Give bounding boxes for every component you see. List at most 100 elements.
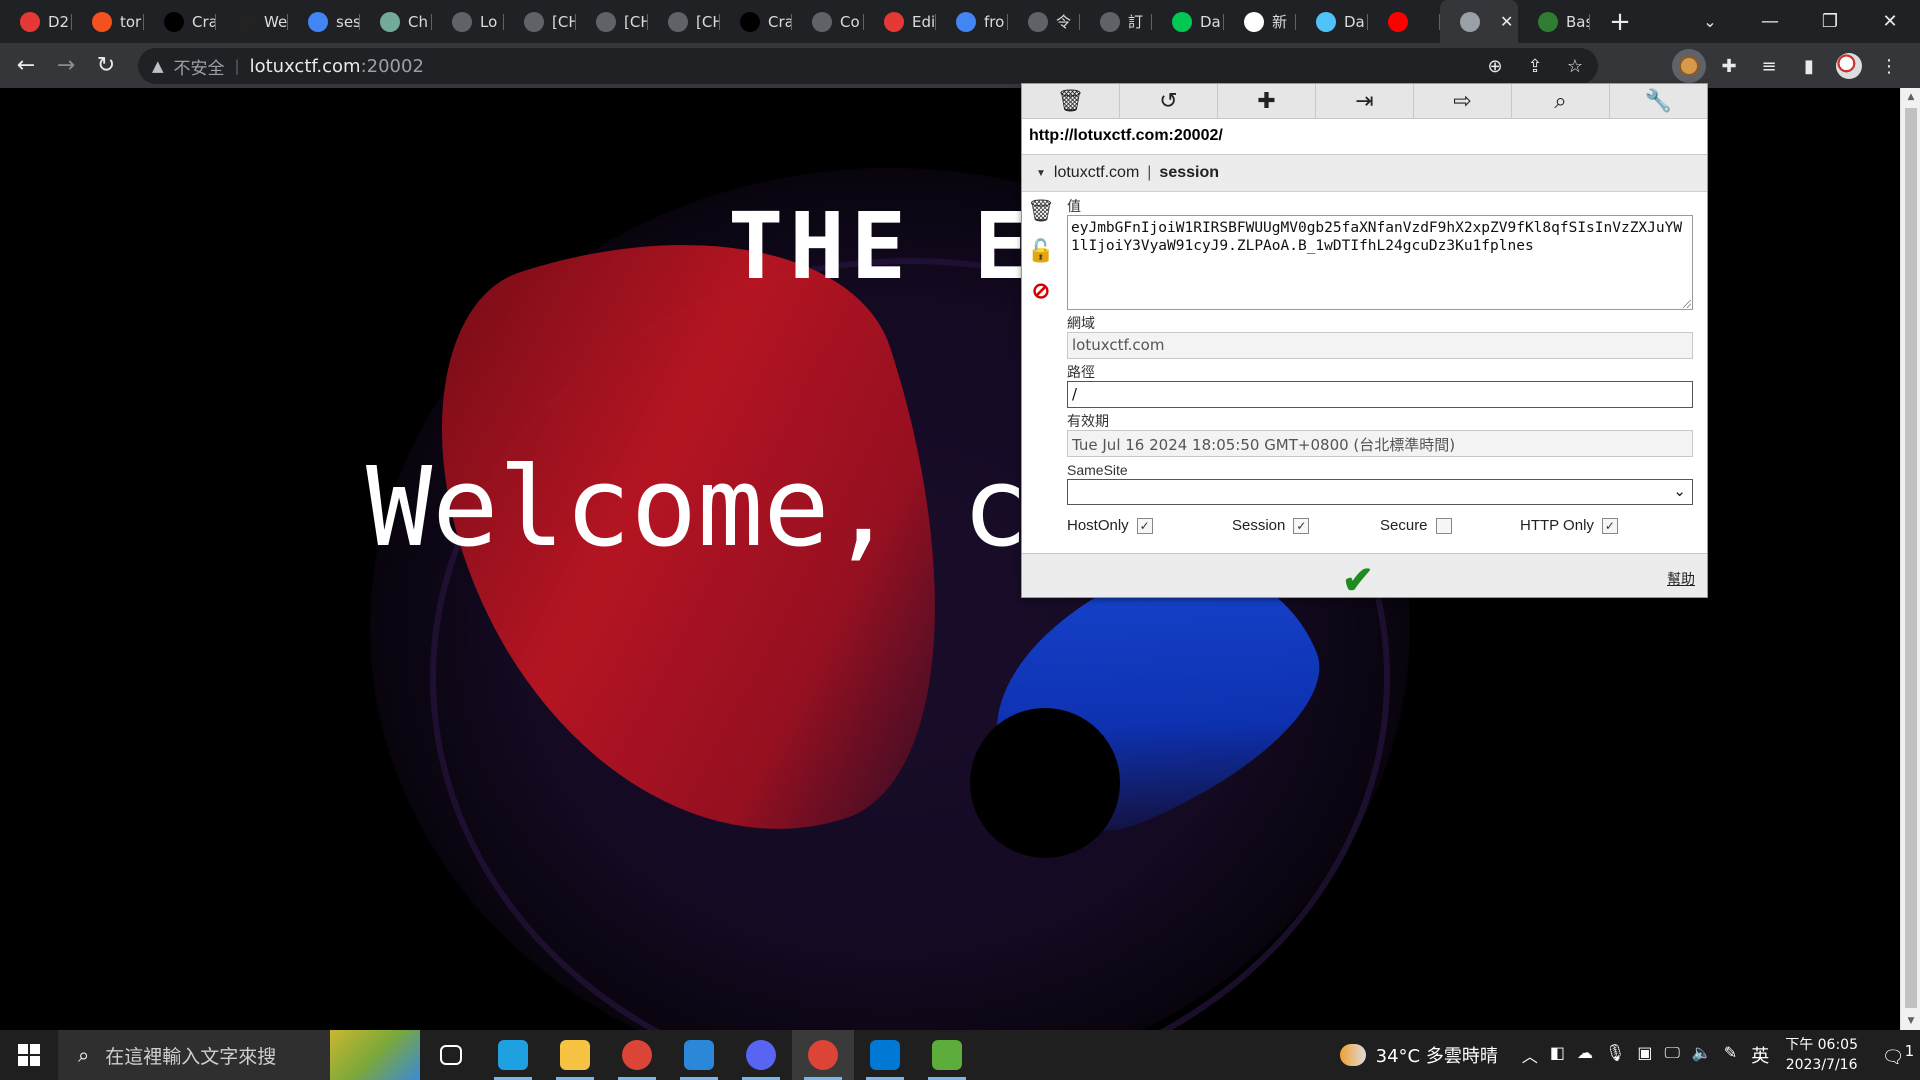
value-textarea[interactable]: eyJmbGFnIjoiW1RIRSBFWUUgMV0gb25faXNfanVz…: [1067, 215, 1693, 310]
path-field[interactable]: /: [1067, 381, 1693, 408]
save-checkmark-icon[interactable]: ✔: [1342, 558, 1374, 603]
samesite-select[interactable]: ⌄: [1067, 479, 1693, 505]
tab-close-icon[interactable]: ✕: [1500, 12, 1513, 31]
browser-tab[interactable]: Bas: [1518, 0, 1590, 43]
chrome-taskbar-icon[interactable]: [606, 1030, 668, 1080]
back-icon[interactable]: ←: [6, 46, 46, 86]
reset-icon[interactable]: ↺: [1120, 84, 1218, 118]
browser-tab[interactable]: fro: [936, 0, 1008, 43]
add-cookie-icon[interactable]: ✚: [1218, 84, 1316, 118]
cookie-extension-icon[interactable]: [1672, 49, 1706, 83]
browser-tab[interactable]: [CH: [576, 0, 648, 43]
session-option[interactable]: Session ✓: [1232, 517, 1380, 534]
profile-avatar[interactable]: [1832, 49, 1866, 83]
chevron-up-icon[interactable]: ︿: [1522, 1043, 1538, 1067]
scroll-thumb[interactable]: [1905, 108, 1917, 1008]
media-queue-icon[interactable]: ≡: [1752, 49, 1786, 83]
ime-indicator[interactable]: 英: [1751, 1042, 1769, 1068]
display-icon[interactable]: ▣: [1637, 1043, 1652, 1067]
httponly-option[interactable]: HTTP Only ✓: [1520, 517, 1618, 534]
browser-tab[interactable]: Da: [1296, 0, 1368, 43]
browser-tab[interactable]: Cra: [720, 0, 792, 43]
reload-icon[interactable]: ↻: [86, 46, 126, 86]
import-icon[interactable]: ⇥: [1316, 84, 1414, 118]
scroll-up-icon[interactable]: ▲: [1901, 88, 1920, 106]
taskbar-clock[interactable]: 下午 06:05 2023/7/16: [1785, 1035, 1858, 1075]
hostonly-option[interactable]: HostOnly ✓: [1067, 517, 1232, 534]
collapse-triangle-icon[interactable]: ▼: [1036, 168, 1046, 179]
export-icon[interactable]: ⇨: [1414, 84, 1512, 118]
browser-tab[interactable]: 訂: [1080, 0, 1152, 43]
vscode-taskbar-icon[interactable]: [854, 1030, 916, 1080]
session-checkbox[interactable]: ✓: [1293, 517, 1310, 534]
browser-tab[interactable]: Da: [1152, 0, 1224, 43]
browser-tab[interactable]: Co: [792, 0, 864, 43]
minecraft-taskbar-icon[interactable]: [916, 1030, 978, 1080]
forward-icon[interactable]: →: [46, 46, 86, 86]
puzzle-extensions-icon[interactable]: ✚: [1712, 49, 1746, 83]
close-window-icon[interactable]: ✕: [1860, 0, 1920, 43]
insecure-label[interactable]: 不安全: [174, 54, 225, 79]
translate-icon: [812, 11, 832, 32]
taskbar-search[interactable]: ⌕ 在這裡輸入文字來搜: [58, 1030, 420, 1080]
new-tab-icon[interactable]: +: [1604, 7, 1636, 37]
file-explorer-taskbar-icon[interactable]: [544, 1030, 606, 1080]
expires-field[interactable]: Tue Jul 16 2024 18:05:50 GMT+0800 (台北標準時…: [1067, 430, 1693, 457]
side-panel-icon[interactable]: ▮: [1792, 49, 1826, 83]
block-icon[interactable]: ⊘: [1027, 278, 1055, 306]
zoom-icon[interactable]: ⊕: [1482, 56, 1508, 77]
warning-icon[interactable]: ▲: [152, 57, 164, 75]
browser-tab[interactable]: Ch: [360, 0, 432, 43]
bookmark-star-icon[interactable]: ☆: [1562, 56, 1588, 77]
edge-taskbar-icon[interactable]: [482, 1030, 544, 1080]
share-icon[interactable]: ⇪: [1522, 56, 1548, 77]
browser-tab[interactable]: Edi: [864, 0, 936, 43]
hostonly-checkbox[interactable]: ✓: [1136, 517, 1153, 534]
secure-option[interactable]: Secure: [1380, 517, 1520, 534]
unlock-icon[interactable]: 🔓: [1027, 238, 1055, 266]
browser-tab[interactable]: [CH: [504, 0, 576, 43]
volume-icon[interactable]: 🔈: [1692, 1043, 1712, 1067]
network-icon[interactable]: 🖵: [1664, 1043, 1679, 1067]
microphone-icon[interactable]: 🎙: [1605, 1043, 1625, 1067]
delete-cookie-icon[interactable]: 🗑: [1027, 198, 1055, 226]
browser-tab[interactable]: ✕: [1440, 0, 1518, 43]
browser-tab[interactable]: 新: [1224, 0, 1296, 43]
menu-kebab-icon[interactable]: ⋮: [1872, 49, 1906, 83]
scroll-down-icon[interactable]: ▼: [1901, 1012, 1920, 1030]
search-icon[interactable]: ⌕: [1512, 84, 1610, 118]
browser-tab[interactable]: ses: [288, 0, 360, 43]
onedrive-icon[interactable]: ☁: [1577, 1043, 1593, 1067]
notification-icon[interactable]: 🗨1: [1876, 1042, 1920, 1068]
search-highlight-image[interactable]: [330, 1030, 420, 1080]
httponly-checkbox[interactable]: ✓: [1601, 517, 1618, 534]
restore-icon[interactable]: ❐: [1800, 0, 1860, 43]
delete-all-icon[interactable]: 🗑: [1022, 84, 1120, 118]
browser-tab[interactable]: 令: [1008, 0, 1080, 43]
browser-tab[interactable]: Cra: [144, 0, 216, 43]
mail-taskbar-icon[interactable]: [668, 1030, 730, 1080]
meet-icon[interactable]: ◧: [1550, 1043, 1565, 1067]
tab-search-chevron-icon[interactable]: ⌄: [1690, 0, 1730, 43]
browser-tab[interactable]: We: [216, 0, 288, 43]
minimize-icon[interactable]: —: [1740, 0, 1800, 43]
discord-taskbar-icon[interactable]: [730, 1030, 792, 1080]
address-bar[interactable]: ▲ 不安全 | lotuxctf.com:20002 ⊕ ⇪ ☆: [138, 48, 1598, 84]
settings-wrench-icon[interactable]: 🔧: [1610, 84, 1707, 118]
browser-tab[interactable]: tor: [72, 0, 144, 43]
browser-tab[interactable]: [1368, 0, 1440, 43]
help-link[interactable]: 幫助: [1667, 569, 1695, 589]
page-scrollbar[interactable]: ▲ ▼: [1900, 88, 1920, 1030]
domain-field[interactable]: lotuxctf.com: [1067, 332, 1693, 359]
browser-tab[interactable]: Lo: [432, 0, 504, 43]
search-magnifier-icon: ⌕: [78, 1043, 90, 1067]
browser-tab[interactable]: [CH: [648, 0, 720, 43]
cookie-header[interactable]: ▼ lotuxctf.com | session: [1022, 155, 1707, 192]
secure-checkbox[interactable]: [1435, 517, 1452, 534]
chrome-active-taskbar-icon[interactable]: [792, 1030, 854, 1080]
pen-icon[interactable]: ✎: [1724, 1043, 1737, 1067]
windows-start-icon[interactable]: [0, 1030, 58, 1080]
weather-widget[interactable]: 34°C 多雲時晴: [1339, 1042, 1498, 1068]
task-view-taskbar-icon[interactable]: [420, 1030, 482, 1080]
browser-tab[interactable]: D2: [0, 0, 72, 43]
